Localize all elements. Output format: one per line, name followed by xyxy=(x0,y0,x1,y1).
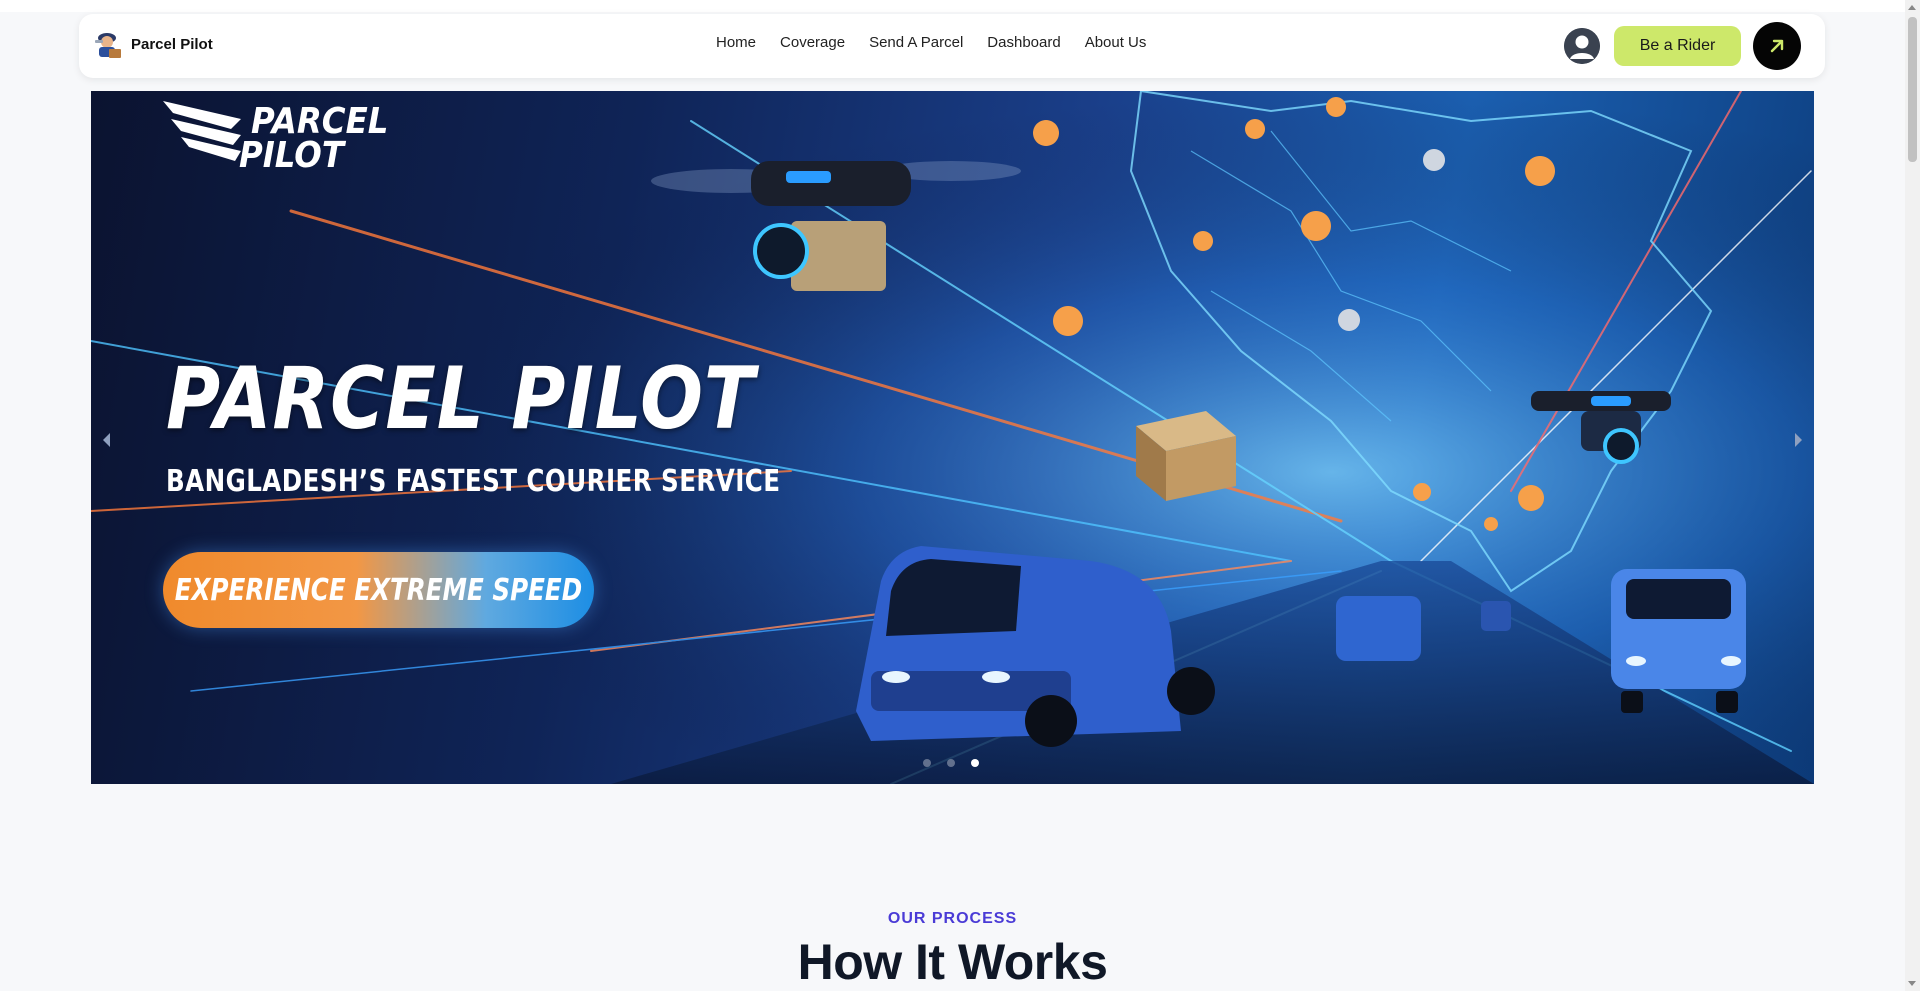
hero-logo-line2: PILOT xyxy=(239,135,344,176)
scroll-up-arrow-icon[interactable] xyxy=(1908,5,1916,10)
arrow-up-right-icon[interactable] xyxy=(1753,22,1801,70)
carousel-next-icon[interactable] xyxy=(1790,428,1806,452)
user-avatar-icon[interactable] xyxy=(1564,28,1600,64)
page-scrollbar[interactable] xyxy=(1905,0,1920,991)
section-kicker: OUR PROCESS xyxy=(887,910,1018,927)
nav-home[interactable]: Home xyxy=(716,34,756,51)
nav-dashboard[interactable]: Dashboard xyxy=(987,34,1060,51)
experience-speed-button[interactable]: EXPERIENCE EXTREME SPEED xyxy=(163,552,594,628)
main-nav: Home Coverage Send A Parcel Dashboard Ab… xyxy=(716,34,1146,51)
carousel-dot-1[interactable] xyxy=(923,759,931,767)
page-top-strip xyxy=(0,0,1905,12)
nav-about-us[interactable]: About Us xyxy=(1085,34,1147,51)
brand-name: Parcel Pilot xyxy=(131,35,213,53)
hero-carousel: PARCEL PILOT PARCEL PILOT BANGLADESH’S F… xyxy=(91,91,1814,784)
scroll-down-arrow-icon[interactable] xyxy=(1908,981,1916,986)
carousel-dot-2[interactable] xyxy=(947,759,955,767)
section-title: How It Works xyxy=(797,934,1108,990)
navbar: Parcel Pilot Home Coverage Send A Parcel… xyxy=(79,14,1825,78)
hero-title: PARCEL PILOT xyxy=(166,349,756,449)
hero-logo-line1: PARCEL xyxy=(251,101,389,142)
brand[interactable]: Parcel Pilot xyxy=(93,28,213,60)
hero-cta-label: EXPERIENCE EXTREME SPEED xyxy=(174,572,583,608)
be-a-rider-button[interactable]: Be a Rider xyxy=(1614,26,1741,66)
nav-send-a-parcel[interactable]: Send A Parcel xyxy=(869,34,963,51)
carousel-prev-icon[interactable] xyxy=(99,428,115,452)
scroll-thumb[interactable] xyxy=(1908,17,1917,162)
nav-coverage[interactable]: Coverage xyxy=(780,34,845,51)
hero-subtitle: BANGLADESH’S FASTEST COURIER SERVICE xyxy=(166,464,781,499)
carousel-dot-3[interactable] xyxy=(971,759,979,767)
hero-text-block: PARCEL PILOT BANGLADESH’S FASTEST COURIE… xyxy=(166,356,915,499)
pilot-mascot-icon xyxy=(93,28,123,60)
hero-logo: PARCEL PILOT xyxy=(239,101,404,174)
carousel-indicators xyxy=(923,759,979,767)
